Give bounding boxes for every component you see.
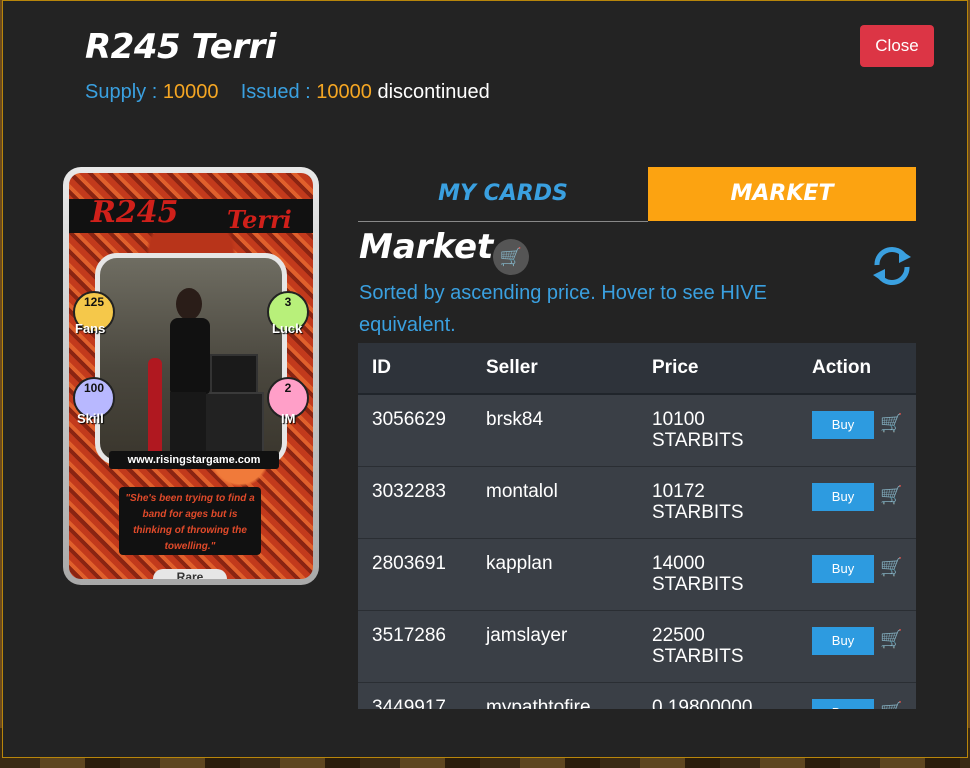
row-seller: montalol <box>472 466 638 539</box>
row-seller: brsk84 <box>472 393 638 467</box>
row-price: 0.19800000 <box>638 682 798 709</box>
row-id: 3056629 <box>358 393 472 467</box>
supply-label: Supply : <box>85 81 158 103</box>
price-unit: STARBITS <box>652 430 744 451</box>
price-unit: STARBITS <box>652 502 744 523</box>
skill-value: 100 <box>83 381 105 395</box>
rarity-label: Rare <box>153 569 227 579</box>
person-head <box>176 288 202 320</box>
tab-underline <box>358 221 648 222</box>
column-price: Price <box>638 343 798 395</box>
person-legs <box>170 392 206 460</box>
table-header-row: ID Seller Price Action <box>358 343 916 395</box>
row-price: 22500 STARBITS <box>638 610 798 683</box>
skill-label: Skill <box>77 411 104 426</box>
status-text: discontinued <box>377 81 490 103</box>
fans-value: 125 <box>83 295 105 309</box>
card-quote: "She's been trying to find a band for ag… <box>119 487 261 555</box>
table-row: 3032283 montalol 10172 STARBITS Buy 🛒 <box>358 466 916 539</box>
add-to-cart-icon[interactable]: 🛒 <box>880 557 902 577</box>
website-label: www.risingstargame.com <box>109 451 279 469</box>
card-name: Terri <box>227 205 292 234</box>
row-action: Buy 🛒 <box>798 538 916 611</box>
buy-button[interactable]: Buy <box>812 411 874 439</box>
im-label: IM <box>281 411 296 426</box>
row-action: Buy 🛒 <box>798 466 916 539</box>
fans-label: Fans <box>75 321 106 336</box>
person-body <box>170 318 210 394</box>
add-to-cart-icon[interactable]: 🛒 <box>880 629 902 649</box>
card-photo <box>95 253 287 465</box>
add-to-cart-icon[interactable]: 🛒 <box>880 413 902 433</box>
sort-description: Sorted by ascending price. Hover to see … <box>359 282 767 336</box>
market-table: ID Seller Price Action 3056629 brsk84 10… <box>358 343 916 709</box>
row-seller: mypathtofire <box>472 682 638 709</box>
tab-market[interactable]: MARKET <box>648 167 916 221</box>
buy-button[interactable]: Buy <box>812 483 874 511</box>
card-code: R245 <box>91 195 179 230</box>
refresh-icon[interactable] <box>869 243 915 289</box>
card-image: R245 Terri 125 Fans 3 Luck 100 Skill 2 I… <box>63 167 319 585</box>
row-id: 3449917 <box>358 682 472 709</box>
table-row: 3517286 jamslayer 22500 STARBITS Buy 🛒 <box>358 610 916 683</box>
buy-button[interactable]: Buy <box>812 627 874 655</box>
add-to-cart-icon[interactable]: 🛒 <box>880 485 902 505</box>
supply-value: 10000 <box>162 81 219 103</box>
price-amount: 10172 <box>652 481 705 502</box>
column-seller: Seller <box>472 343 638 395</box>
table-row: 3449917 mypathtofire 0.19800000 Buy 🛒 <box>358 682 916 709</box>
row-price: 10172 STARBITS <box>638 466 798 539</box>
luck-label: Luck <box>272 321 303 336</box>
table-row: 3056629 brsk84 10100 STARBITS Buy 🛒 <box>358 393 916 467</box>
row-price: 14000 STARBITS <box>638 538 798 611</box>
price-amount: 10100 <box>652 409 705 430</box>
price-amount: 0.19800000 <box>652 697 753 709</box>
guitar-figure <box>148 358 162 458</box>
cart-icon: 🛒 <box>493 239 529 275</box>
row-seller: jamslayer <box>472 610 638 683</box>
row-action: Buy 🛒 <box>798 610 916 683</box>
column-action: Action <box>798 343 916 395</box>
issued-value: 10000 <box>316 81 372 103</box>
row-action: Buy 🛒 <box>798 682 916 709</box>
card-detail-modal: R245 Terri Supply : 10000 Issued : 10000… <box>2 0 968 758</box>
issued-label: Issued : <box>240 81 311 103</box>
card-title: R245 Terri <box>85 27 277 67</box>
price-unit: STARBITS <box>652 646 744 667</box>
buy-button[interactable]: Buy <box>812 699 874 709</box>
card-face: R245 Terri 125 Fans 3 Luck 100 Skill 2 I… <box>69 173 313 579</box>
column-id: ID <box>358 343 472 395</box>
add-to-cart-icon[interactable]: 🛒 <box>880 701 902 709</box>
supply-info: Supply : 10000 Issued : 10000 discontinu… <box>85 81 490 104</box>
table-row: 2803691 kapplan 14000 STARBITS Buy 🛒 <box>358 538 916 611</box>
price-unit: STARBITS <box>652 574 744 595</box>
row-price: 10100 STARBITS <box>638 393 798 467</box>
tab-my-cards[interactable]: MY CARDS <box>358 167 648 221</box>
row-id: 3032283 <box>358 466 472 539</box>
buy-button[interactable]: Buy <box>812 555 874 583</box>
row-seller: kapplan <box>472 538 638 611</box>
price-amount: 22500 <box>652 625 705 646</box>
close-button[interactable]: Close <box>860 25 934 67</box>
price-amount: 14000 <box>652 553 705 574</box>
row-id: 2803691 <box>358 538 472 611</box>
im-value: 2 <box>284 381 292 395</box>
row-id: 3517286 <box>358 610 472 683</box>
market-heading: Market <box>359 227 494 267</box>
luck-value: 3 <box>284 295 292 309</box>
row-action: Buy 🛒 <box>798 393 916 467</box>
